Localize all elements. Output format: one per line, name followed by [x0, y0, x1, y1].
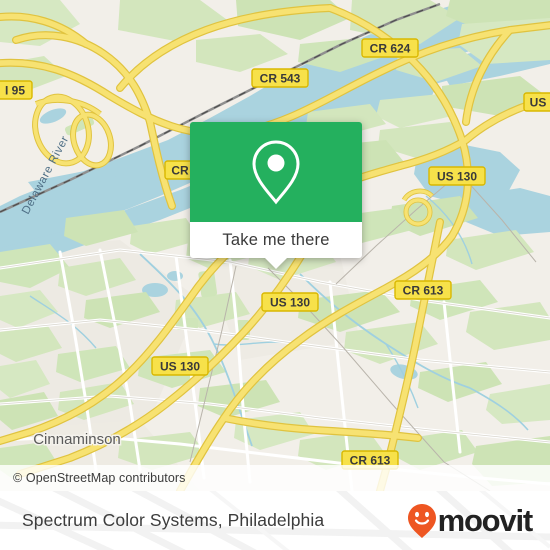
svg-text:US 130: US 130	[270, 296, 310, 310]
popup-marker-panel	[190, 122, 362, 222]
location-popup[interactable]: Take me there	[190, 122, 362, 269]
map-shield-cr-543: CR 543	[251, 68, 309, 88]
map-attribution: © OpenStreetMap contributors	[0, 465, 550, 491]
svg-text:CR: CR	[171, 164, 189, 178]
footer-title-text: Spectrum Color Systems, Philadelphia	[22, 510, 325, 530]
svg-text:CR 543: CR 543	[260, 72, 301, 86]
page-title: Spectrum Color Systems, Philadelphia	[22, 491, 324, 550]
svg-text:CR 624: CR 624	[370, 42, 411, 56]
moovit-wordmark: moovit	[437, 503, 534, 538]
map-shield-us-right-edge: US	[523, 92, 550, 112]
take-me-there-label: Take me there	[222, 230, 330, 249]
moovit-map-screenshot: Delaware River Cinnaminson I 95 CR 543 C…	[0, 0, 550, 550]
svg-text:US: US	[530, 96, 547, 110]
map-shield-us-130-lower-left: US 130	[151, 356, 209, 376]
map-label-cinnaminson: Cinnaminson	[33, 431, 121, 448]
map-shield-us-130-center: US 130	[261, 292, 319, 312]
svg-text:I 95: I 95	[5, 84, 25, 98]
attribution-text: © OpenStreetMap contributors	[13, 471, 186, 485]
moovit-logo[interactable]: moovit	[407, 491, 534, 550]
moovit-smiley-pin-icon	[407, 503, 436, 538]
svg-text:US 130: US 130	[437, 170, 477, 184]
footer-bar: Spectrum Color Systems, Philadelphia moo…	[0, 491, 550, 550]
popup-tail	[265, 258, 287, 269]
map-pin-icon	[252, 140, 300, 205]
map-shield-cr-613-center-right: CR 613	[394, 280, 452, 300]
map-shield-us-130-upper-right: US 130	[428, 166, 486, 186]
map-shield-cr-624: CR 624	[361, 38, 419, 58]
map-shield-i-95: I 95	[0, 80, 33, 100]
svg-text:US 130: US 130	[160, 360, 200, 374]
svg-text:CR 613: CR 613	[403, 284, 444, 298]
take-me-there-button[interactable]: Take me there	[190, 222, 362, 269]
